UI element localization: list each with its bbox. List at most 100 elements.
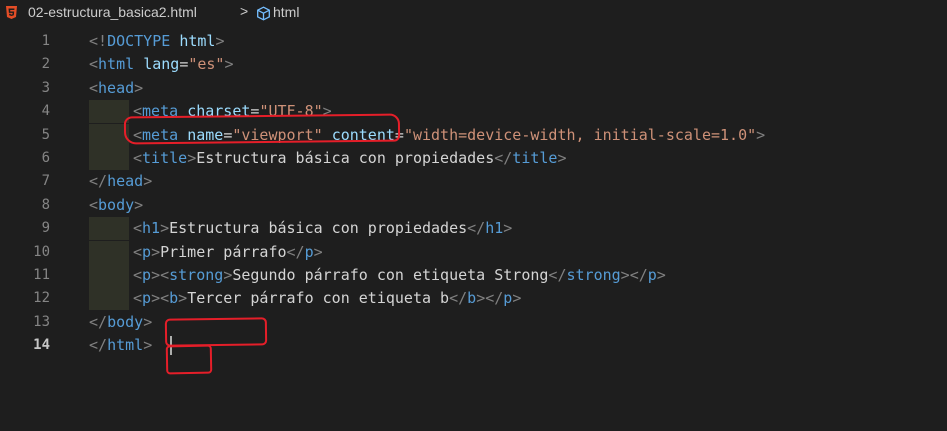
code-punctuation: >: [215, 32, 225, 50]
code-content[interactable]: <title>Estructura básica con propiedades…: [133, 147, 566, 170]
code-tag-name: p: [647, 266, 657, 284]
code-line[interactable]: 9 <h1>Estructura básica con propiedades</…: [0, 217, 947, 241]
code-punctuation: >: [322, 102, 332, 121]
code-content[interactable]: <p>Primer párrafo</p>: [133, 241, 323, 264]
code-content[interactable]: <meta charset="UTF-8">: [133, 100, 332, 123]
breadcrumb-separator: >: [240, 3, 249, 19]
code-punctuation: <: [133, 289, 143, 308]
breadcrumb-symbol[interactable]: html: [273, 4, 299, 20]
code-line[interactable]: 7 </head>: [0, 170, 947, 193]
code-punctuation: >: [223, 266, 233, 284]
code-line[interactable]: 13 </body>: [0, 311, 947, 334]
code-punctuation: >: [151, 266, 161, 284]
code-tag-name: p: [304, 242, 314, 261]
code-line[interactable]: 10 <p>Primer párrafo</p>: [0, 240, 947, 264]
code-punctuation: </: [89, 336, 108, 355]
code-punctuation: <: [133, 149, 143, 167]
code-punctuation: </: [286, 242, 305, 261]
code-punctuation: </: [89, 172, 108, 191]
code-punctuation: >: [503, 219, 513, 238]
line-number: 3: [41, 79, 50, 96]
symbol-cube-icon: [257, 6, 270, 21]
code-content[interactable]: <p><strong>Segundo párrafo con etiqueta …: [133, 264, 666, 287]
code-line[interactable]: 11 <p><strong>Segundo párrafo con etiquet…: [0, 264, 947, 287]
code-content[interactable]: <html lang="es">: [89, 53, 234, 76]
code-punctuation: >: [224, 55, 234, 74]
indent-guide: [89, 217, 129, 241]
code-punctuation: >: [134, 195, 144, 214]
code-punctuation: </: [485, 289, 504, 308]
code-string: "es": [188, 55, 225, 74]
line-number: 5: [41, 126, 50, 143]
code-line[interactable]: 5 <meta name="viewport" content="width=de…: [0, 123, 947, 147]
code-punctuation: >: [178, 289, 188, 308]
code-tag-name: title: [512, 149, 558, 167]
indent-guide: [89, 123, 129, 147]
line-number: 14: [33, 337, 50, 354]
code-tag-name: strong: [566, 266, 621, 284]
code-text: Estructura básica con propiedades: [196, 149, 495, 167]
code-punctuation: </: [629, 266, 648, 284]
code-punctuation: >: [143, 336, 153, 355]
line-number: 7: [41, 173, 50, 190]
code-line[interactable]: 14 </html>: [0, 334, 947, 357]
code-content[interactable]: <body>: [89, 194, 143, 217]
code-content[interactable]: </html>: [89, 334, 152, 357]
code-punctuation: <!: [89, 32, 108, 50]
line-number: 8: [41, 196, 50, 213]
line-number: 4: [41, 103, 50, 120]
code-tag-name: html: [98, 55, 135, 74]
code-content[interactable]: <p><b>Tercer párrafo con etiqueta b</b><…: [133, 287, 521, 310]
indent-guide: [89, 147, 129, 170]
code-punctuation: <: [89, 78, 99, 97]
code-tag-name: meta: [142, 102, 179, 121]
code-text: Segundo párrafo con etiqueta Strong: [232, 266, 549, 284]
code-punctuation: </: [89, 312, 108, 331]
code-area[interactable]: 1 <!DOCTYPE html> 2 <html lang="es"> 3 <head>…: [0, 30, 947, 431]
code-punctuation: >: [557, 149, 567, 167]
code-line[interactable]: 8 <body>: [0, 194, 947, 217]
code-punctuation: >: [151, 242, 161, 261]
breadcrumb-file[interactable]: 02-estructura_basica2.html: [28, 4, 197, 20]
code-tag-name: h1: [485, 219, 504, 238]
code-tag-name: head: [98, 78, 135, 97]
code-line[interactable]: 4 <meta charset="UTF-8">: [0, 100, 947, 124]
code-tag-name: h1: [142, 219, 161, 238]
line-number: 6: [41, 150, 50, 166]
code-line[interactable]: 12 <p><b>Tercer párrafo con etiqueta b</b…: [0, 287, 947, 311]
code-punctuation: </: [467, 219, 486, 238]
code-punctuation: <: [160, 289, 170, 308]
html5-file-icon: [6, 6, 17, 19]
code-content[interactable]: <meta name="viewport" content="width=dev…: [133, 124, 765, 147]
code-content[interactable]: <h1>Estructura básica con propiedades</h…: [133, 217, 512, 240]
indent-guide: [89, 264, 129, 287]
code-punctuation: </: [494, 149, 513, 167]
code-content[interactable]: <head>: [89, 77, 143, 100]
code-line[interactable]: 2 <html lang="es">: [0, 53, 947, 76]
code-line[interactable]: 3 <head>: [0, 77, 947, 100]
code-punctuation: <: [133, 125, 143, 144]
code-punctuation: <: [89, 55, 99, 74]
line-number: 13: [33, 313, 50, 330]
code-content[interactable]: <!DOCTYPE html>: [89, 30, 224, 53]
code-line[interactable]: 6 <title>Estructura básica con propiedade…: [0, 147, 947, 170]
code-punctuation: >: [187, 149, 197, 167]
code-punctuation: >: [756, 125, 766, 144]
code-tag-name: p: [503, 289, 513, 308]
line-number: 12: [33, 290, 50, 307]
code-punctuation: <: [89, 195, 99, 214]
code-line[interactable]: 1 <!DOCTYPE html>: [0, 30, 947, 53]
code-text: Tercer párrafo con etiqueta b: [187, 289, 450, 308]
code-tag-name: p: [142, 242, 152, 261]
indent-guide: [89, 240, 129, 264]
code-attribute: content: [331, 125, 395, 144]
code-content[interactable]: </body>: [89, 311, 152, 334]
code-punctuation: >: [656, 266, 666, 284]
code-string: "UTF-8": [259, 102, 323, 121]
code-content[interactable]: </head>: [89, 170, 152, 193]
code-editor[interactable]: 02-estructura_basica2.html > html 1 <!DOC…: [0, 0, 947, 431]
code-string: "viewport": [232, 125, 323, 144]
